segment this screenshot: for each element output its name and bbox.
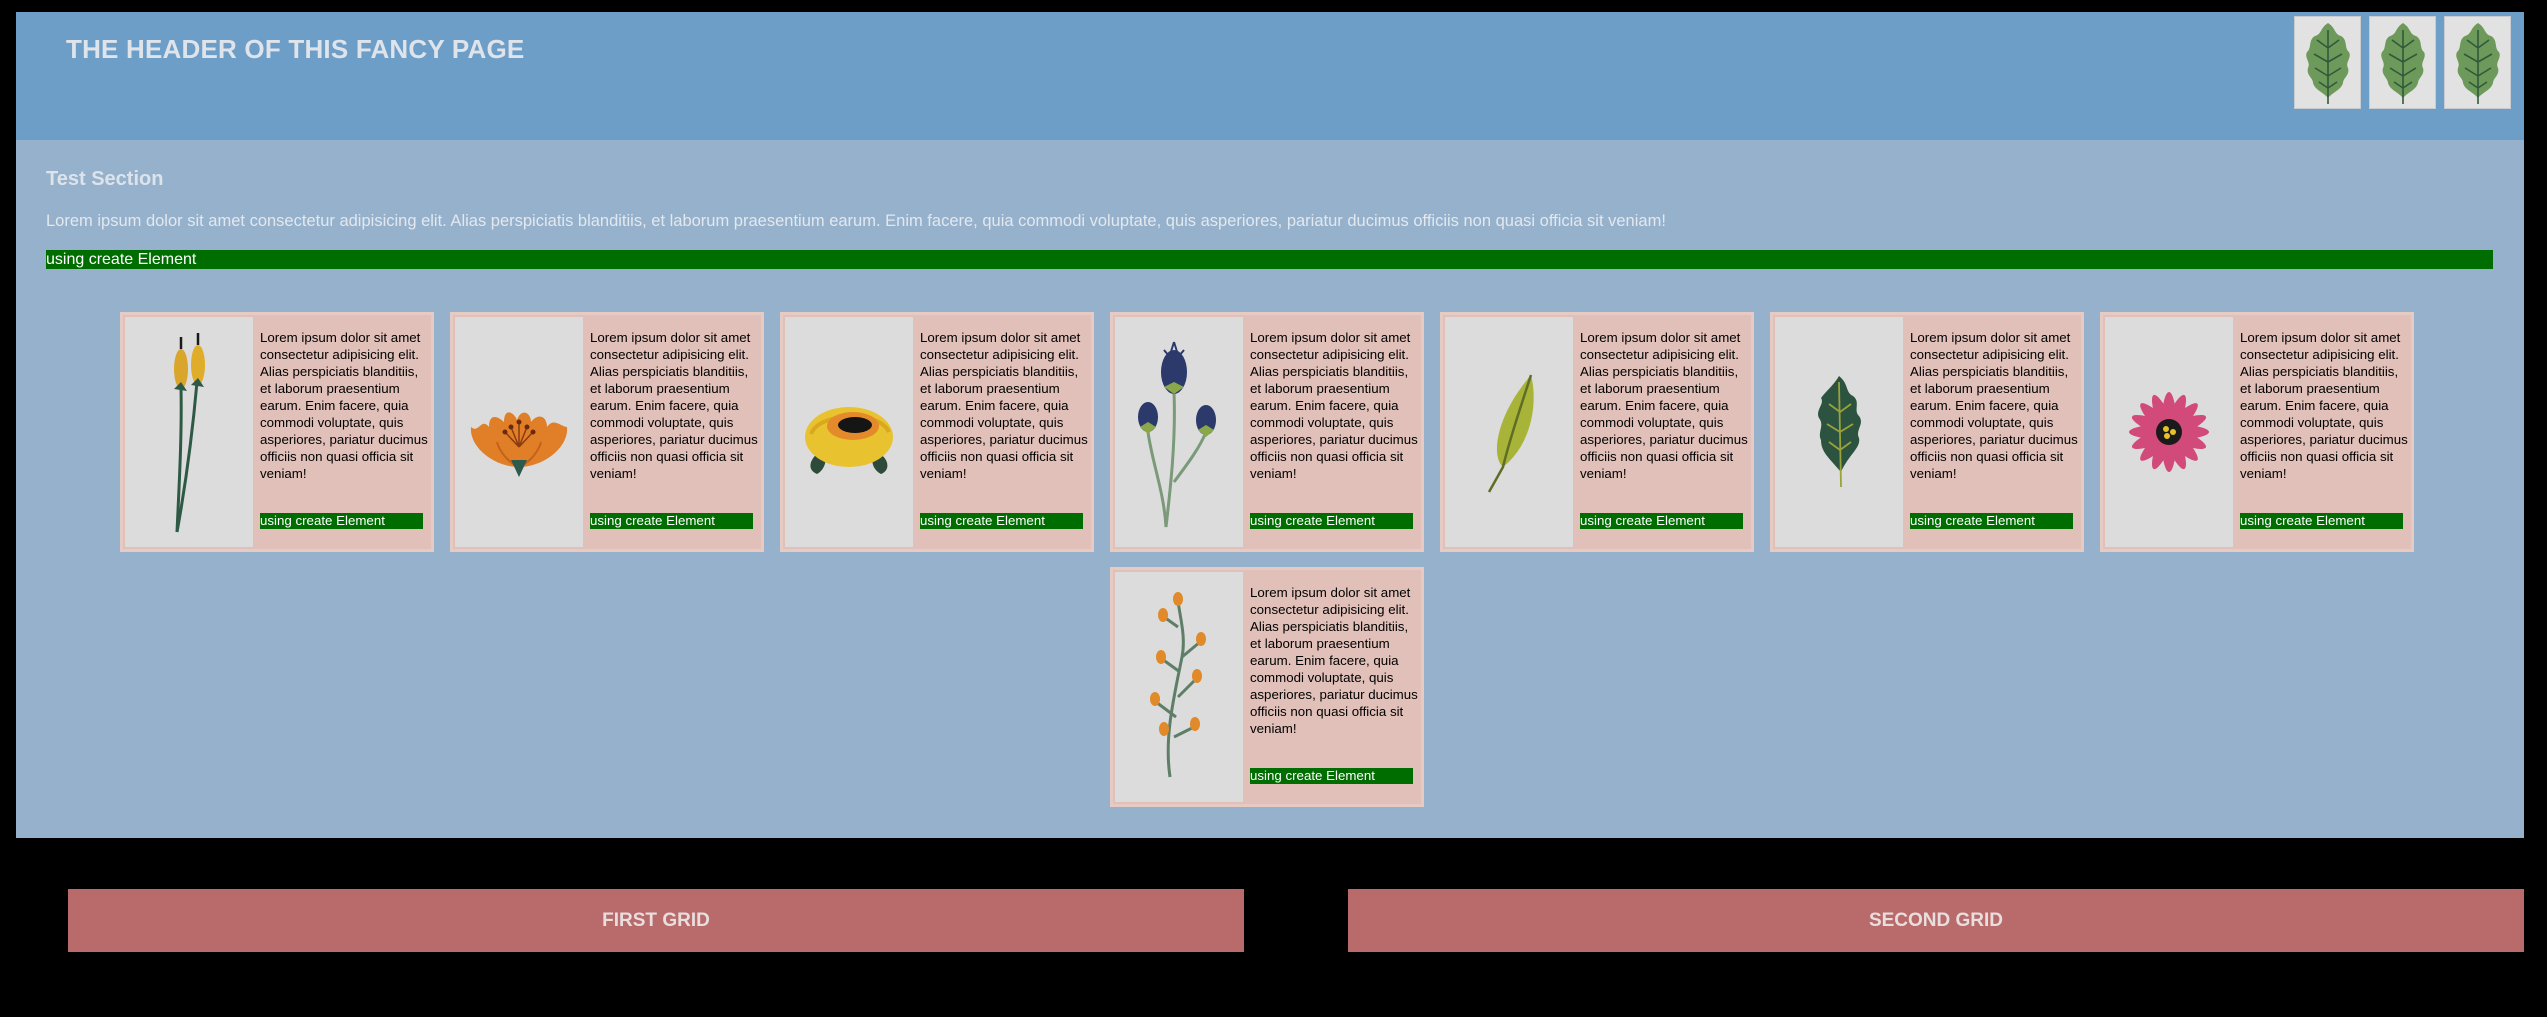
create-element-button[interactable]: using create Element <box>1250 768 1413 784</box>
create-element-button[interactable]: using create Element <box>2240 513 2403 529</box>
create-element-button[interactable]: using create Element <box>260 513 423 529</box>
pink-flower-icon <box>2105 317 2233 547</box>
flower-card: Lorem ipsum dolor sit amet consectetur a… <box>780 312 1094 552</box>
card-text: Lorem ipsum dolor sit amet consectetur a… <box>1250 585 1418 736</box>
leaf-icon <box>2369 16 2436 109</box>
card-text: Lorem ipsum dolor sit amet consectetur a… <box>1580 330 1748 481</box>
create-element-button[interactable]: using create Element <box>1580 513 1743 529</box>
create-element-button[interactable]: using create Element <box>1250 513 1413 529</box>
card-text: Lorem ipsum dolor sit amet consectetur a… <box>1910 330 2078 481</box>
first-grid-button[interactable]: FIRST GRID <box>68 889 1244 952</box>
create-element-button[interactable]: using create Element <box>1910 513 2073 529</box>
cattail-flower-icon <box>125 317 253 547</box>
card-text: Lorem ipsum dolor sit amet consectetur a… <box>590 330 758 481</box>
card-text: Lorem ipsum dolor sit amet consectetur a… <box>260 330 428 481</box>
flower-card: Lorem ipsum dolor sit amet consectetur a… <box>2100 312 2414 552</box>
flower-card: Lorem ipsum dolor sit amet consectetur a… <box>1440 312 1754 552</box>
flower-card: Lorem ipsum dolor sit amet consectetur a… <box>1770 312 2084 552</box>
leaf-icon <box>2294 16 2361 109</box>
thistle-flower-icon <box>1115 317 1243 547</box>
create-element-button[interactable]: using create Element <box>920 513 1083 529</box>
dark-leaf-icon <box>1775 317 1903 547</box>
flower-card: Lorem ipsum dolor sit amet consectetur a… <box>1110 312 1424 552</box>
section-text: Lorem ipsum dolor sit amet consectetur a… <box>46 212 1666 230</box>
flower-card: Lorem ipsum dolor sit amet consectetur a… <box>1110 567 1424 807</box>
card-text: Lorem ipsum dolor sit amet consectetur a… <box>2240 330 2408 481</box>
page-frame: THE HEADER OF THIS FANCY PAGE Test Secti… <box>16 12 2524 838</box>
leaf-icon <box>2444 16 2511 109</box>
yellow-flower-icon <box>785 317 913 547</box>
create-element-button[interactable]: using create Element <box>590 513 753 529</box>
orange-berry-branch-icon <box>1115 572 1243 802</box>
create-element-bar[interactable]: using create Element <box>46 250 2493 269</box>
green-leaf-icon <box>1445 317 1573 547</box>
orange-flower-icon <box>455 317 583 547</box>
card-text: Lorem ipsum dolor sit amet consectetur a… <box>920 330 1088 481</box>
section-title: Test Section <box>46 168 164 190</box>
header-title: THE HEADER OF THIS FANCY PAGE <box>66 34 525 64</box>
second-grid-button[interactable]: SECOND GRID <box>1348 889 2524 952</box>
card-text: Lorem ipsum dolor sit amet consectetur a… <box>1250 330 1418 481</box>
flower-card: Lorem ipsum dolor sit amet consectetur a… <box>120 312 434 552</box>
page-header: THE HEADER OF THIS FANCY PAGE <box>16 12 2524 140</box>
flower-card: Lorem ipsum dolor sit amet consectetur a… <box>450 312 764 552</box>
